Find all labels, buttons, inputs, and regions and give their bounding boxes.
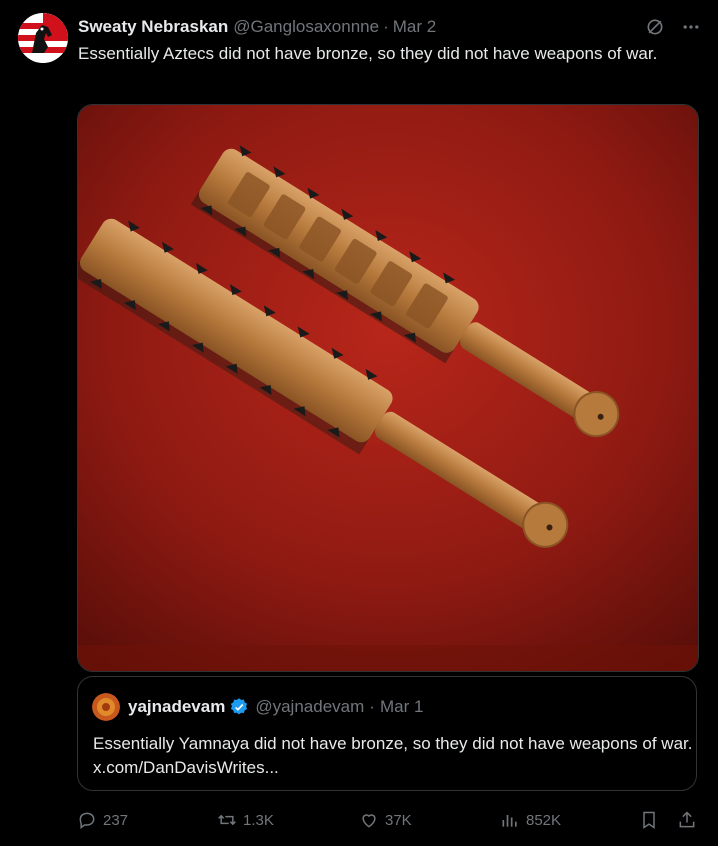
views-button[interactable]: 852K [500,810,561,830]
separator-dot: · [369,697,375,716]
repost-icon [218,814,236,826]
author-avatar[interactable] [18,13,68,63]
bookmark-icon [643,811,655,829]
quoted-post-text: Essentially Yamnaya did not have bronze,… [93,734,693,777]
share-icon [679,811,695,828]
reply-button[interactable]: 237 [77,810,128,830]
repost-button[interactable]: 1.3K [217,810,274,830]
grok-icon[interactable] [644,16,666,38]
quoted-author-avatar [92,693,120,721]
bookmark-button[interactable] [639,810,665,830]
verified-badge-icon [229,697,249,717]
share-button[interactable] [677,810,703,830]
repost-count: 1.3K [243,811,274,829]
more-icon[interactable] [680,16,702,38]
separator-dot: · [383,17,389,36]
post-actions: 237 1.3K 37K 852K [77,804,699,836]
like-button[interactable]: 37K [359,810,412,830]
quoted-post-header: yajnadevam @yajnadevam · Mar 1 [92,693,423,721]
author-name[interactable]: Sweaty Nebraskan [78,17,228,37]
views-icon [502,815,517,827]
reply-count: 237 [103,811,129,829]
heart-icon [362,814,376,828]
post-image[interactable] [77,104,699,672]
quoted-author-handle: @yajnadevam [255,697,365,716]
views-count: 852K [526,811,562,829]
post-text: Essentially Aztecs did not have bronze, … [78,44,658,63]
quoted-author-name: yajnadevam [128,697,226,716]
quoted-post[interactable]: yajnadevam @yajnadevam · Mar 1 Essential… [77,676,697,791]
quoted-post-date: Mar 1 [379,697,424,716]
reply-icon [79,812,95,829]
post-header: Sweaty Nebraskan @Ganglosaxonnne · Mar 2 [78,16,702,38]
post-date[interactable]: Mar 2 [393,17,436,37]
author-handle[interactable]: @Ganglosaxonnne [233,17,379,37]
like-count: 37K [385,811,412,829]
